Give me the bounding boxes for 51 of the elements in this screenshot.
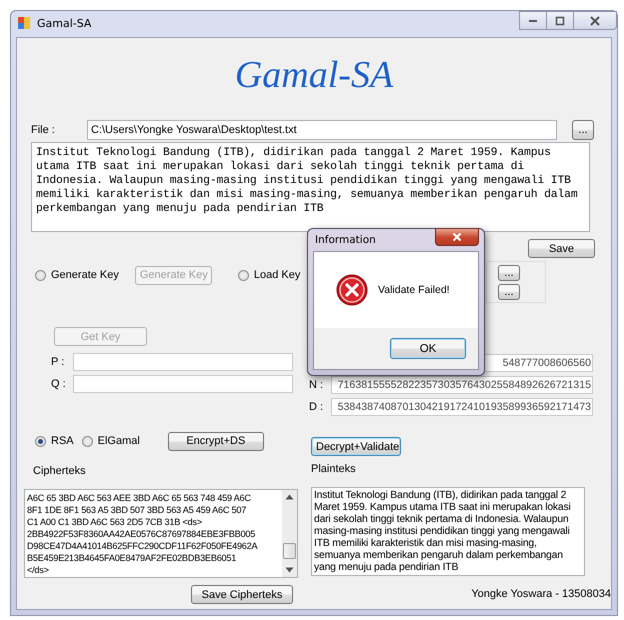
plaintext-area[interactable]: Institut Teknologi Bandung (ITB), didirikan pada tanggal 2 Maret 1959. Kampus utama ITB saat ini merupakan lokasi dari sekolah tinggi teknik pertama di Indonesia. Walaupun masing-masing institusi pendidikan tinggi yang mengawali ITB memiliki karakteristik dan misi masing-masing, semuanya memberikan pengaruh dalam perkembangan yang menuju pada pendirian ITB	[311, 487, 585, 576]
app-icon	[17, 16, 31, 30]
ok-button[interactable]: OK	[390, 338, 466, 359]
window-title: Gamal-SA	[37, 16, 92, 30]
key-field[interactable]: 7163815555282235730357643025584892626721315	[331, 376, 593, 394]
key-field[interactable]	[73, 353, 293, 371]
key-field[interactable]: 5384387408701304219172410193589936592171473	[331, 398, 593, 416]
key-field[interactable]	[73, 375, 293, 393]
radio-button[interactable]	[82, 436, 93, 446]
field-label: Q :	[51, 378, 67, 390]
radio-label: ElGamal	[98, 435, 140, 447]
close-icon	[590, 16, 600, 26]
minimize-button[interactable]	[519, 11, 547, 30]
dialog-title: Information	[314, 234, 376, 246]
decrypt-button[interactable]: Decrypt+Validate	[311, 437, 401, 456]
field-label: N :	[309, 379, 324, 391]
ciphertext: A6C 65 3BD A6C 563 AEE 3BD A6C 65 563 748 459 A6C 8F1 1DE 8F1 563 A5 3BD 507 3BD 563 A5 459 A6C 507 C1 A00 C1 3BD A6C 563 2D5 7CB 31B <ds> 2BB4922F53F8360AA42AE0576C87697884EBE3FBB005 D98CE47D4A41014B625FFC290CDF11F62F050FE4962A B5E459E213B4645FA0E8479AF2FE02BDB3EB6051 </ds>	[26, 492, 258, 577]
save-ciphertext-button[interactable]: Save Cipherteks	[191, 585, 293, 604]
scrollbar[interactable]	[282, 490, 297, 577]
app-title: Gamal-SA	[234, 53, 394, 98]
close-icon	[452, 232, 462, 242]
close-button[interactable]	[435, 228, 479, 246]
author-text: Yongke Yoswara - 13508034	[471, 588, 611, 600]
radio-label: Load Key	[254, 269, 300, 281]
field-label: P :	[51, 356, 66, 368]
minimize-icon	[529, 20, 537, 22]
restore-icon	[555, 16, 565, 26]
restore-button[interactable]	[546, 11, 574, 30]
close-button[interactable]	[573, 11, 617, 30]
field-label: D :	[309, 401, 324, 413]
file-path-field[interactable]: C:\Users\Yongke Yoswara\Desktop\test.txt	[87, 120, 557, 140]
browse-button[interactable]: ...	[498, 265, 520, 281]
radio-button[interactable]	[35, 270, 46, 280]
plaintext-label: Plainteks	[311, 463, 357, 477]
radio-button[interactable]	[35, 436, 46, 446]
input-text-area[interactable]: Institut Teknologi Bandung (ITB), didirikan pada tanggal 2 Maret 1959. Kampus utama ITB saat ini merupakan lokasi dari sekolah tinggi teknik pertama di Indonesia. Walaupun masing-masing institusi pendidikan tinggi yang mengawali ITB memiliki karakteristik dan misi masing-masing, semuanya memberikan pengaruh dalam perkembangan yang menuju pada pendirian ITB	[31, 142, 590, 232]
radio-button[interactable]	[238, 270, 249, 280]
error-icon	[336, 274, 368, 306]
save-button[interactable]: Save	[528, 239, 595, 258]
browse-button[interactable]: ...	[498, 284, 520, 300]
radio-label: Generate Key	[51, 269, 119, 281]
cipher-label: Cipherteks	[33, 465, 87, 479]
radio-label: RSA	[51, 435, 74, 447]
encrypt-button[interactable]: Encrypt+DS	[168, 432, 264, 450]
scroll-up-icon	[285, 494, 294, 500]
scroll-down-icon	[285, 567, 294, 573]
browse-button[interactable]: ...	[572, 120, 594, 140]
ciphertext-area[interactable]	[24, 489, 298, 578]
dialog-message: Validate Failed!	[378, 284, 450, 296]
file-label: File :	[31, 124, 56, 136]
scroll-thumb[interactable]	[283, 543, 296, 559]
